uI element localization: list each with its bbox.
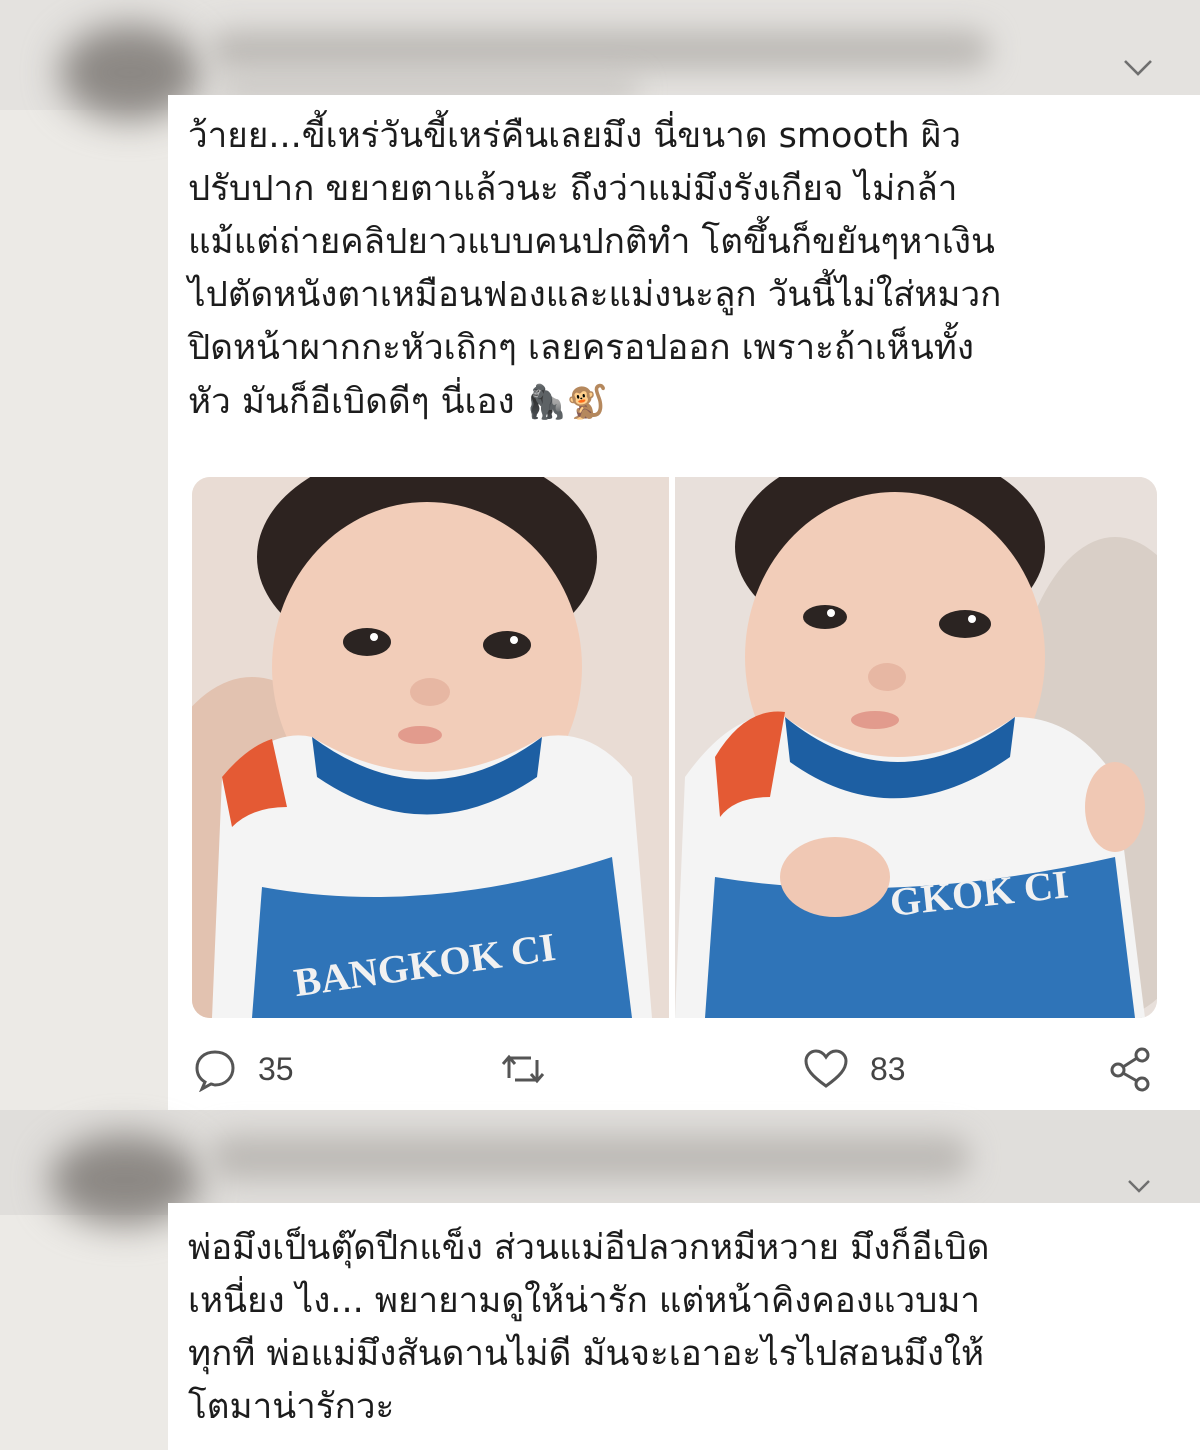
tweet-1-media[interactable]: BANGKOK CI GKOK CI	[192, 477, 1157, 1018]
tweet-1-actions: 35 83	[0, 1046, 1200, 1106]
tweet-2-text: พ่อมึงเป็นตุ๊ดปีกแข็ง ส่วนแม่อีปลวกหมีหว…	[188, 1228, 990, 1427]
share-button[interactable]	[1106, 1046, 1154, 1092]
gorilla-emoji: 🦍	[525, 382, 567, 421]
username-blurred[interactable]	[210, 30, 990, 70]
tweet-1-text: ว้ายย...ขี้เหร่วันขี้เหร่คืนเลยมึง นี่ขน…	[188, 110, 1158, 429]
chevron-down-icon[interactable]	[1122, 52, 1154, 87]
reply-button[interactable]: 35	[192, 1046, 294, 1092]
retweet-button[interactable]	[495, 1046, 551, 1092]
share-icon	[1106, 1046, 1154, 1092]
chevron-down-icon-2[interactable]	[1126, 1168, 1152, 1203]
reply-bubble-icon	[192, 1046, 238, 1092]
reply-count: 35	[258, 1050, 294, 1087]
baby-photo-right[interactable]: GKOK CI	[675, 477, 1157, 1018]
like-count: 83	[870, 1050, 906, 1087]
retweet-icon	[495, 1046, 551, 1092]
like-button[interactable]: 83	[802, 1046, 906, 1092]
username-2-blurred[interactable]	[210, 1135, 970, 1180]
heart-icon	[802, 1046, 850, 1092]
tweet-1-text-body: ว้ายย...ขี้เหร่วันขี้เหร่คืนเลยมึง นี่ขน…	[188, 116, 1002, 422]
monkey-emoji: 🐒	[566, 382, 608, 421]
baby-photo-left[interactable]: BANGKOK CI	[192, 477, 669, 1018]
